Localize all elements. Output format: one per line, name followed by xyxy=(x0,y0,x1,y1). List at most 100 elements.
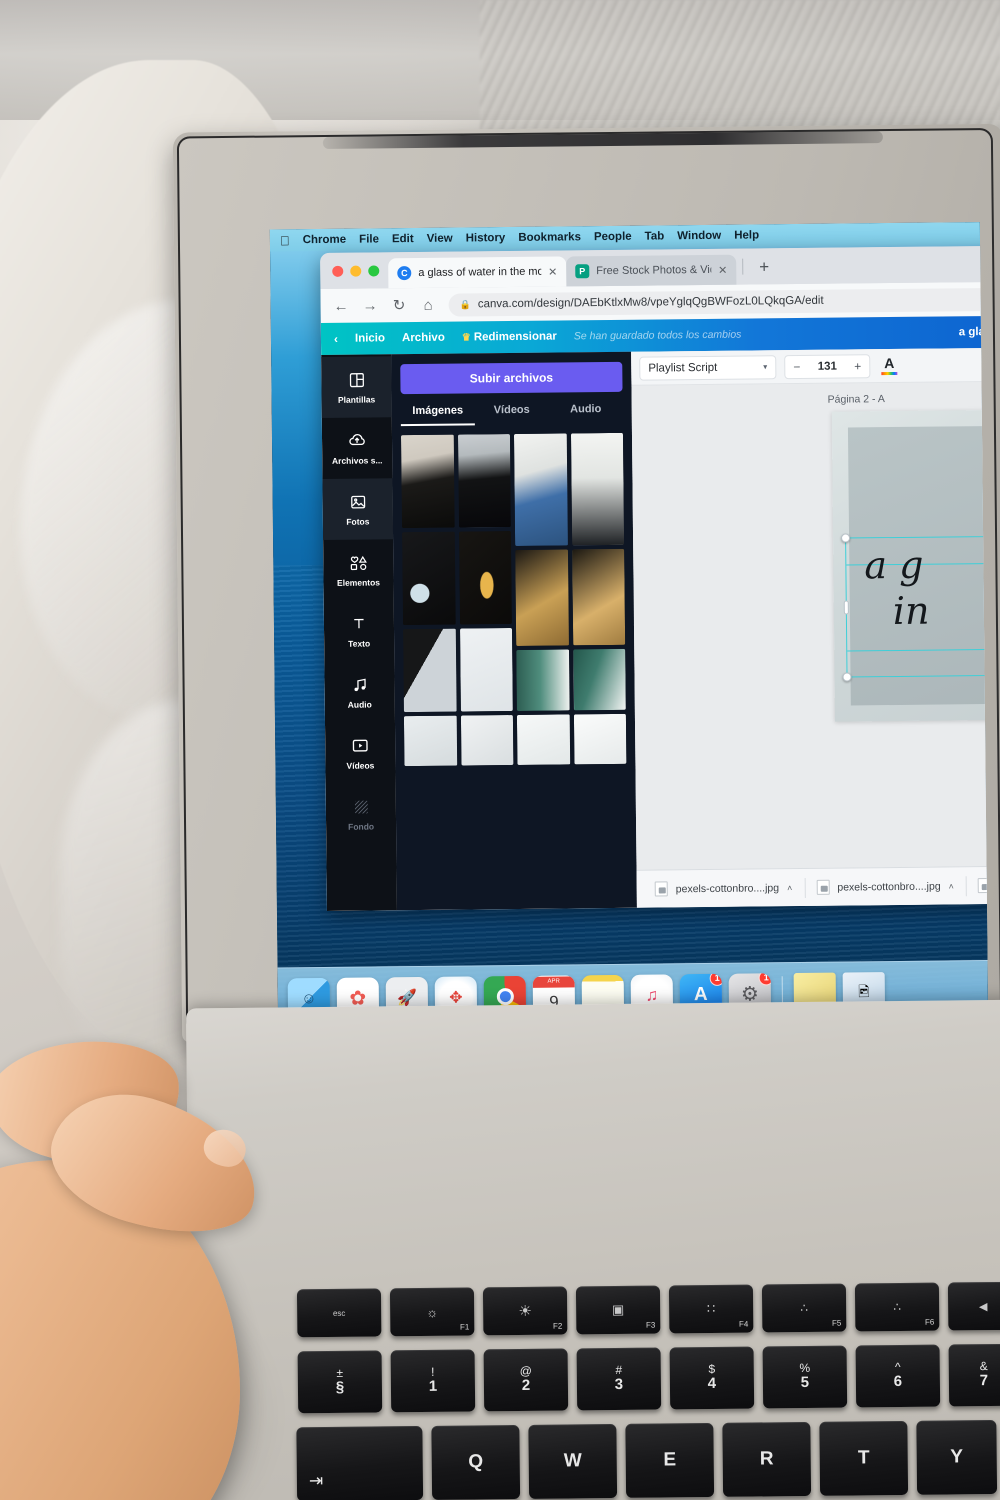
key-2[interactable]: @2 xyxy=(483,1348,569,1412)
minimize-window-button[interactable] xyxy=(350,265,362,277)
canva-home-link[interactable]: Inicio xyxy=(355,332,385,344)
close-tab-button[interactable]: ✕ xyxy=(548,265,557,278)
font-size-stepper[interactable]: − 131 + xyxy=(784,353,871,379)
download-item[interactable]: pexels-cottonbro....jpg ˄ xyxy=(643,874,805,902)
chevron-up-icon[interactable]: ˄ xyxy=(787,883,792,893)
key-3[interactable]: #3 xyxy=(576,1347,662,1411)
tab-canva[interactable]: C a glass of water in the morning ✕ xyxy=(388,256,567,289)
sidebar-item-videos[interactable]: Vídeos xyxy=(325,722,396,784)
download-item[interactable]: pexels-cottonbro....jpg ˄ xyxy=(966,871,989,899)
selected-text-element[interactable]: a g in xyxy=(841,533,989,682)
key-f6[interactable]: ∴ F6 xyxy=(854,1282,940,1332)
menu-chrome[interactable]: Chrome xyxy=(303,234,347,246)
menu-bookmarks[interactable]: Bookmarks xyxy=(518,231,581,244)
resize-handle-tl[interactable] xyxy=(841,533,851,543)
image-thumbnail[interactable] xyxy=(458,531,512,625)
menu-help[interactable]: Help xyxy=(734,229,759,241)
image-thumbnail[interactable] xyxy=(516,649,570,711)
sidebar-item-archivos-subidos[interactable]: Archivos s... xyxy=(322,417,393,479)
key-y[interactable]: Y xyxy=(916,1419,998,1495)
apple-logo-icon[interactable]:  xyxy=(280,233,290,248)
back-icon[interactable]: ← xyxy=(333,297,350,314)
image-thumbnail[interactable] xyxy=(571,548,626,646)
forward-icon[interactable]: → xyxy=(362,297,379,314)
image-thumbnail[interactable] xyxy=(513,433,568,546)
home-icon[interactable]: ⌂ xyxy=(420,296,437,313)
key-f7[interactable]: ◀ xyxy=(947,1281,1000,1331)
close-window-button[interactable] xyxy=(332,265,344,277)
text-color-button[interactable]: A xyxy=(881,355,898,376)
key-q[interactable]: Q xyxy=(431,1424,521,1500)
address-bar[interactable]: 🔒 canva.com/design/DAEbKtlxMw8/vpeYglqQg… xyxy=(448,287,989,317)
font-size-value[interactable]: 131 xyxy=(808,360,846,372)
menu-tab[interactable]: Tab xyxy=(645,230,665,242)
image-thumbnail[interactable] xyxy=(403,715,457,767)
sidebar-item-audio[interactable]: Audio xyxy=(324,661,395,723)
decrease-font-size-button[interactable]: − xyxy=(785,359,808,373)
key-bottom-label: 4 xyxy=(707,1375,717,1393)
tab-videos[interactable]: Vídeos xyxy=(475,404,549,426)
image-thumbnail[interactable] xyxy=(460,715,514,766)
reload-icon[interactable]: ↻ xyxy=(391,296,408,314)
key-f4[interactable]: ∷ F4 xyxy=(668,1284,754,1334)
sidebar-item-label: Elementos xyxy=(336,576,381,588)
menu-window[interactable]: Window xyxy=(677,230,721,242)
uploaded-images-grid xyxy=(400,432,627,767)
menu-history[interactable]: History xyxy=(466,232,506,244)
image-thumbnail[interactable] xyxy=(401,531,456,626)
key-6[interactable]: ^ 6 xyxy=(855,1344,941,1408)
key-r[interactable]: R xyxy=(722,1421,812,1497)
menu-file[interactable]: File xyxy=(359,233,379,245)
upload-files-button[interactable]: Subir archivos xyxy=(400,361,623,395)
tab-audio[interactable]: Audio xyxy=(549,403,623,425)
image-thumbnail[interactable] xyxy=(515,549,569,646)
maximize-window-button[interactable] xyxy=(368,264,380,277)
key-7[interactable]: & 7 xyxy=(948,1343,1000,1407)
menu-view[interactable]: View xyxy=(427,233,453,245)
grid-column xyxy=(570,432,627,765)
font-family-select[interactable]: Playlist Script ▾ xyxy=(639,354,777,381)
key-4[interactable]: $4 xyxy=(669,1346,755,1410)
sidebar-item-plantillas[interactable]: Plantillas xyxy=(321,356,392,418)
image-thumbnail[interactable] xyxy=(570,432,625,546)
sidebar-item-texto[interactable]: Texto xyxy=(324,600,395,662)
sidebar-item-fondo[interactable]: Fondo xyxy=(326,783,397,845)
design-page[interactable]: a g in xyxy=(831,408,989,722)
key-f1[interactable]: ☼ F1 xyxy=(389,1287,475,1337)
image-thumbnail[interactable] xyxy=(403,628,457,713)
image-thumbnail[interactable] xyxy=(400,434,455,529)
menu-people[interactable]: People xyxy=(594,231,632,243)
canva-file-menu[interactable]: Archivo xyxy=(402,332,445,344)
key-t[interactable]: T xyxy=(819,1420,909,1496)
key-f5[interactable]: ∴ F5 xyxy=(761,1283,847,1333)
sidebar-item-elementos[interactable]: Elementos xyxy=(323,539,394,601)
key-f2[interactable]: ☀ F2 xyxy=(482,1286,568,1336)
key-w[interactable]: W xyxy=(528,1423,618,1499)
grid-column xyxy=(400,434,457,767)
tab-imagenes[interactable]: Imágenes xyxy=(400,404,475,427)
templates-icon xyxy=(347,370,366,389)
back-chevron-icon[interactable]: ‹ xyxy=(334,332,338,346)
key-f3[interactable]: ▣ F3 xyxy=(575,1285,661,1335)
menu-edit[interactable]: Edit xyxy=(392,233,414,245)
image-thumbnail[interactable] xyxy=(573,713,627,765)
resize-handle-left[interactable] xyxy=(843,600,849,615)
resize-handle-bl[interactable] xyxy=(842,672,852,682)
close-tab-button[interactable]: ✕ xyxy=(718,263,727,276)
key-e[interactable]: E xyxy=(625,1422,715,1498)
window-controls[interactable] xyxy=(328,252,388,289)
chevron-up-icon[interactable]: ˄ xyxy=(949,881,954,891)
increase-font-size-button[interactable]: + xyxy=(846,359,869,373)
sidebar-item-fotos[interactable]: Fotos xyxy=(322,478,394,540)
tab-pexels[interactable]: P Free Stock Photos & Videos - P ✕ xyxy=(566,254,737,287)
image-thumbnail[interactable] xyxy=(516,714,570,765)
key-5[interactable]: % 5 xyxy=(762,1345,848,1409)
image-thumbnail[interactable] xyxy=(572,648,626,711)
key-1[interactable]: ! 1 xyxy=(390,1349,476,1413)
key-label: & 7 xyxy=(980,1359,989,1390)
new-tab-button[interactable]: + xyxy=(749,257,779,276)
image-thumbnail[interactable] xyxy=(459,628,513,712)
canva-resize-button[interactable]: ♛ Redimensionar xyxy=(462,331,557,344)
download-item[interactable]: pexels-cottonbro....jpg ˄ xyxy=(804,873,966,901)
image-thumbnail[interactable] xyxy=(457,434,511,528)
